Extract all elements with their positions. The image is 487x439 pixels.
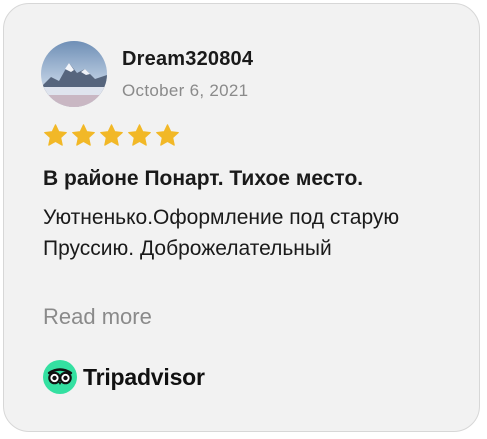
review-body: Уютненько.Оформление под старую Пруссию.… xyxy=(43,206,400,260)
reviewer-username[interactable]: Dream320804 xyxy=(122,48,253,71)
star-icon xyxy=(100,124,123,146)
star-icon xyxy=(72,124,95,146)
tripadvisor-logo[interactable]: Tripadvisor xyxy=(43,360,205,394)
avatar[interactable] xyxy=(41,41,107,107)
tripadvisor-owl-icon xyxy=(43,360,77,394)
read-more-link[interactable]: Read more xyxy=(43,304,152,330)
star-rating xyxy=(43,123,180,148)
review-card: Dream320804 October 6, 2021 В районе Пон… xyxy=(3,3,480,432)
brand-name: Tripadvisor xyxy=(83,363,205,390)
star-icon xyxy=(156,124,179,146)
star-icon xyxy=(128,124,151,146)
review-date: October 6, 2021 xyxy=(122,81,249,100)
avatar-image xyxy=(41,41,107,107)
star-icon xyxy=(44,124,67,146)
review-title: В районе Понарт. Тихое место. xyxy=(43,167,364,190)
